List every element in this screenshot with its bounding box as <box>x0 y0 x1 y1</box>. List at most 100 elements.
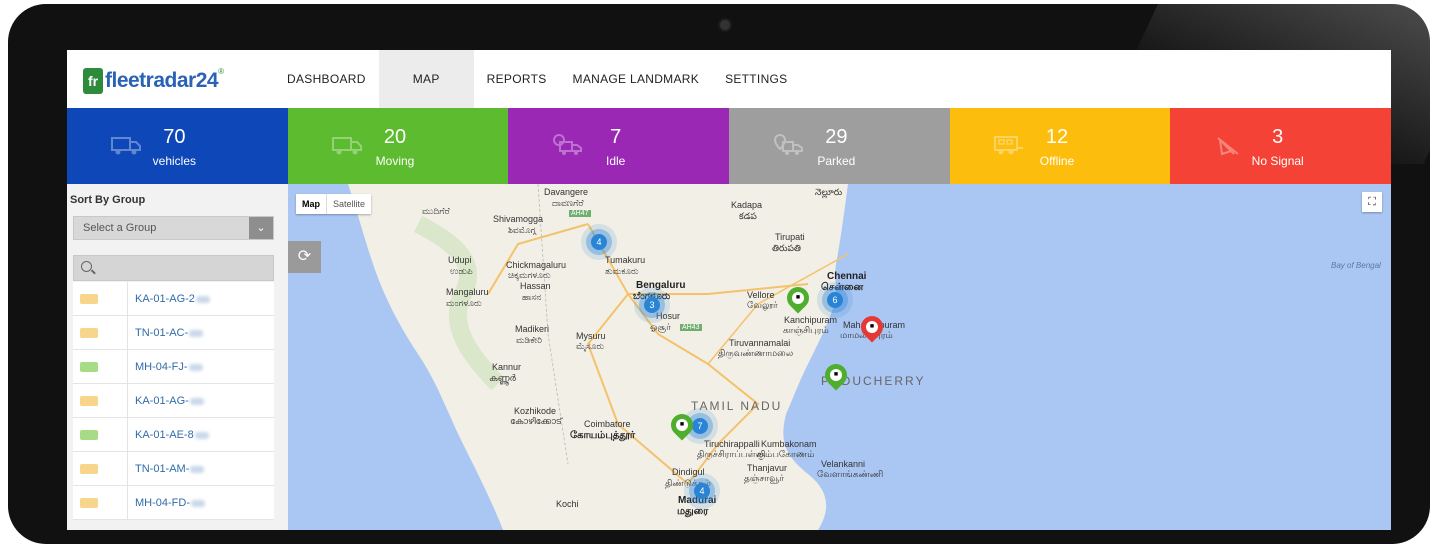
stat-count: 12 <box>1045 126 1069 148</box>
map-label-ah47: AH47 <box>569 210 591 217</box>
main-nav: DASHBOARD MAP REPORTS MANAGE LANDMARK SE… <box>274 50 800 108</box>
map-label-velankanni-local: வேளாங்கண்ணி <box>817 469 884 479</box>
map-label-bay-of-bengal: Bay of Bengal <box>1331 261 1381 270</box>
vehicle-status-icon <box>80 396 98 406</box>
vehicle-status-icon <box>80 294 98 304</box>
map-label-kannur: Kannur <box>492 362 522 372</box>
map-type-map-button[interactable]: Map <box>296 194 327 214</box>
vehicle-cluster[interactable]: 6 <box>827 292 843 308</box>
vehicle-status-icon <box>80 430 98 440</box>
stat-label: vehicles <box>152 154 197 168</box>
group-select[interactable]: Select a Group ⌄ <box>73 216 274 240</box>
vehicle-row[interactable]: MH-04-FJ- <box>73 350 274 384</box>
map-label-kadapa-local: కడప <box>739 211 757 221</box>
map-label-tiruchirappalli-local: திருச்சிராப்பள்ளி <box>697 449 766 459</box>
vehicle-status-icon <box>80 498 98 508</box>
stat-label: Idle <box>606 154 626 168</box>
bus-icon: ■ <box>792 292 804 304</box>
map-label-hosur-local: ஓசூர் <box>650 322 671 332</box>
vehicle-cluster[interactable]: 4 <box>694 483 710 499</box>
logo[interactable]: fr fleetradar24 ® <box>83 64 224 98</box>
vehicle-row[interactable]: KA-01-AG- <box>73 384 274 418</box>
logo-mark: fr <box>83 68 103 94</box>
map-label-davangere-local: ದಾವಣಗೆರೆ <box>552 198 584 208</box>
stat-count: 3 <box>1272 126 1284 148</box>
vehicle-row[interactable]: KA-01-AG-2 <box>73 282 274 316</box>
stat-label: No Signal <box>1251 154 1304 168</box>
map-label-mysuru: Mysuru <box>576 331 606 341</box>
map-label-tiruvannamalai: Tiruvannamalai <box>729 338 791 348</box>
map-label-vellore: Vellore <box>747 290 775 300</box>
map-label-mangaluru: Mangaluru <box>446 287 489 297</box>
stat-no-signal[interactable]: 3 No Signal <box>1170 108 1391 184</box>
vehicle-plate: TN-01-AM- <box>135 463 205 475</box>
map-label-hassan-local: ಹಾಸನ <box>522 292 542 302</box>
sort-by-group-title: Sort By Group <box>70 194 146 206</box>
map-label-shivamogga-local: ಶಿವಮೊಗ್ಗ <box>508 225 536 235</box>
nav-manage-landmark[interactable]: MANAGE LANDMARK <box>560 50 713 108</box>
vehicle-plate: KA-01-AE-8 <box>135 429 209 441</box>
vehicle-row[interactable]: KA-01-AE-8 <box>73 418 274 452</box>
map-label-hassan: Hassan <box>520 281 551 291</box>
vehicle-row[interactable]: MH-04-FD- <box>73 486 274 520</box>
map-label-kozhikode: Kozhikode <box>514 406 557 416</box>
vehicle-cluster[interactable]: 4 <box>591 234 607 250</box>
map-type-satellite-button[interactable]: Satellite <box>327 194 371 214</box>
vehicle-status-icon <box>80 328 98 338</box>
map-label-coimbatore: Coimbatore <box>584 419 631 429</box>
search-icon <box>81 261 92 272</box>
stat-vehicles[interactable]: 70 vehicles <box>67 108 288 184</box>
map-label-tumakuru: Tumakuru <box>605 255 646 265</box>
vehicle-cluster[interactable]: 7 <box>692 418 708 434</box>
fullscreen-button[interactable]: ⛶ <box>1362 192 1382 212</box>
vehicle-cluster[interactable]: 3 <box>644 297 660 313</box>
stat-offline[interactable]: 12 Offline <box>949 108 1171 184</box>
map-label-udupi-local: ಉಡುಪಿ <box>450 266 473 276</box>
app-screen: fr fleetradar24 ® DASHBOARD MAP REPORTS … <box>67 50 1391 530</box>
refresh-icon: ⟳ <box>297 248 312 265</box>
map-label-chikmagalur-local: ಚಿಕ್ಕಮಗಳೂರು <box>508 270 551 280</box>
map-label-bengaluru: Bengaluru <box>636 280 686 291</box>
map-label-madikeri-local: ಮಡಿಕೇರಿ <box>516 335 542 345</box>
map-label-dindigul: Dindigul <box>672 467 705 477</box>
map-label-thanjavur: Thanjavur <box>747 463 788 473</box>
stat-count: 7 <box>610 126 622 148</box>
nav-settings[interactable]: SETTINGS <box>712 50 800 108</box>
map-label-kozhikode-local: കോഴിക്കോട് <box>510 416 562 426</box>
nav-dashboard[interactable]: DASHBOARD <box>274 50 379 108</box>
registered-icon: ® <box>218 66 224 76</box>
map-label-thanjavur-local: தஞ்சாவூர் <box>744 473 785 483</box>
map-label-tiruchirappalli: Tiruchirappalli <box>704 439 760 449</box>
map-view[interactable]: Map Satellite ⟳ ⛶ Davangere ದಾವಣಗೆರೆ Shi… <box>288 184 1391 530</box>
stat-parked[interactable]: 29 Parked <box>729 108 950 184</box>
nav-map[interactable]: MAP <box>378 50 474 108</box>
status-summary: 70 vehicles 20 Moving 7 Idle 29 Parked 1… <box>67 108 1391 184</box>
vehicle-search-input[interactable] <box>73 255 274 281</box>
stat-count: 70 <box>163 126 186 148</box>
vehicle-plate: MH-04-FJ- <box>135 361 203 373</box>
camera-dot <box>718 18 732 32</box>
vehicle-status-icon <box>80 464 98 474</box>
map-label-tirupati-local: తిరుపతి <box>772 243 801 253</box>
vehicle-row[interactable]: TN-01-AM- <box>73 452 274 486</box>
vehicle-plate: KA-01-AG- <box>135 395 204 407</box>
map-label-kumbakonam: Kumbakonam <box>761 439 817 449</box>
map-label-mysuru-local: ಮೈಸೂರು <box>576 341 604 351</box>
top-bar: fr fleetradar24 ® DASHBOARD MAP REPORTS … <box>67 50 1391 108</box>
chevron-down-icon[interactable]: ⌄ <box>249 217 273 239</box>
vehicle-plate: MH-04-FD- <box>135 497 205 509</box>
map-label-hosur: Hosur <box>656 311 681 321</box>
map-label-davangere: Davangere <box>544 187 589 197</box>
map-label-udupi: Udupi <box>448 255 472 265</box>
nav-reports[interactable]: REPORTS <box>474 50 560 108</box>
map-label-kannur-local: കണ്ണൂർ <box>489 373 516 383</box>
stat-moving[interactable]: 20 Moving <box>287 108 509 184</box>
map-label-tumakuru-local: ತುಮಕೂರು <box>605 266 639 276</box>
vehicle-row[interactable]: TN-01-AC- <box>73 316 274 350</box>
stat-idle[interactable]: 7 Idle <box>508 108 730 184</box>
refresh-button[interactable]: ⟳ <box>288 241 321 273</box>
map-label-kochi: Kochi <box>556 499 579 509</box>
map-label-shivamogga: Shivamogga <box>493 214 544 224</box>
fullscreen-icon: ⛶ <box>1368 196 1376 208</box>
map-label-tirupati: Tirupati <box>775 232 805 242</box>
